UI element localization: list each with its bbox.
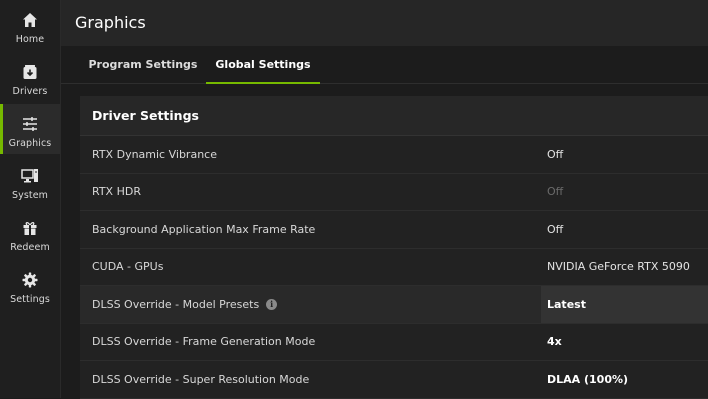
setting-value[interactable]: Off	[547, 136, 563, 173]
tab-bar: Program Settings Global Settings	[61, 46, 708, 84]
monitor-icon	[20, 166, 40, 186]
gift-icon	[20, 218, 40, 238]
driver-settings-panel: Driver Settings RTX Dynamic Vibrance Off…	[80, 96, 708, 399]
setting-value[interactable]: 4x	[547, 323, 562, 360]
setting-name: RTX HDR	[92, 185, 141, 198]
setting-value[interactable]: DLAA (100%)	[547, 361, 628, 398]
sidebar-item-home[interactable]: Home	[0, 0, 60, 50]
sidebar-item-settings[interactable]: Settings	[0, 260, 60, 310]
tab-program-settings[interactable]: Program Settings	[85, 46, 201, 83]
sidebar-item-graphics[interactable]: Graphics	[0, 104, 60, 154]
sidebar-item-redeem[interactable]: Redeem	[0, 208, 60, 258]
setting-name: RTX Dynamic Vibrance	[92, 148, 217, 161]
setting-row-dlss-super-resolution-mode[interactable]: DLSS Override - Super Resolution Mode DL…	[80, 361, 708, 399]
sliders-icon	[20, 114, 40, 134]
sidebar-item-label: Redeem	[10, 242, 50, 253]
sidebar: Home Drivers Graphics System Redeem Sett…	[0, 0, 61, 398]
setting-value[interactable]: NVIDIA GeForce RTX 5090	[547, 248, 690, 285]
sidebar-item-label: Home	[15, 34, 45, 45]
sidebar-item-label: Settings	[10, 294, 50, 305]
home-icon	[20, 10, 40, 30]
setting-row-rtx-hdr[interactable]: RTX HDR Off	[80, 173, 708, 211]
section-title: Driver Settings	[92, 108, 199, 123]
page-title: Graphics	[75, 13, 146, 32]
sidebar-item-label: System	[11, 190, 49, 201]
setting-name: CUDA - GPUs	[92, 260, 164, 273]
sidebar-item-label: Graphics	[8, 138, 52, 149]
gear-icon	[20, 270, 40, 290]
setting-value[interactable]: Latest	[547, 286, 586, 323]
setting-row-background-max-frame-rate[interactable]: Background Application Max Frame Rate Of…	[80, 211, 708, 249]
info-icon[interactable]: i	[266, 298, 278, 310]
setting-row-rtx-dynamic-vibrance[interactable]: RTX Dynamic Vibrance Off	[80, 136, 708, 174]
setting-value: Off	[547, 185, 564, 198]
setting-name: DLSS Override - Super Resolution Mode	[92, 373, 310, 386]
setting-row-cuda-gpus[interactable]: CUDA - GPUs NVIDIA GeForce RTX 5090	[80, 248, 708, 286]
download-box-icon	[20, 62, 40, 82]
sidebar-item-system[interactable]: System	[0, 156, 60, 206]
setting-name: DLSS Override - Model Presets i	[92, 286, 278, 323]
sidebar-item-drivers[interactable]: Drivers	[0, 52, 60, 102]
driver-settings-header: Driver Settings	[80, 96, 708, 136]
setting-name-text: DLSS Override - Model Presets	[92, 298, 260, 311]
setting-value[interactable]: Off	[547, 211, 563, 248]
setting-row-dlss-frame-generation-mode[interactable]: DLSS Override - Frame Generation Mode 4x	[80, 323, 708, 361]
page-header: Graphics	[61, 0, 708, 46]
sidebar-item-label: Drivers	[12, 86, 48, 97]
setting-name: DLSS Override - Frame Generation Mode	[92, 335, 316, 348]
setting-name: Background Application Max Frame Rate	[92, 223, 316, 236]
tab-global-settings[interactable]: Global Settings	[206, 46, 320, 84]
setting-row-dlss-model-presets[interactable]: DLSS Override - Model Presets i Latest	[80, 286, 708, 324]
